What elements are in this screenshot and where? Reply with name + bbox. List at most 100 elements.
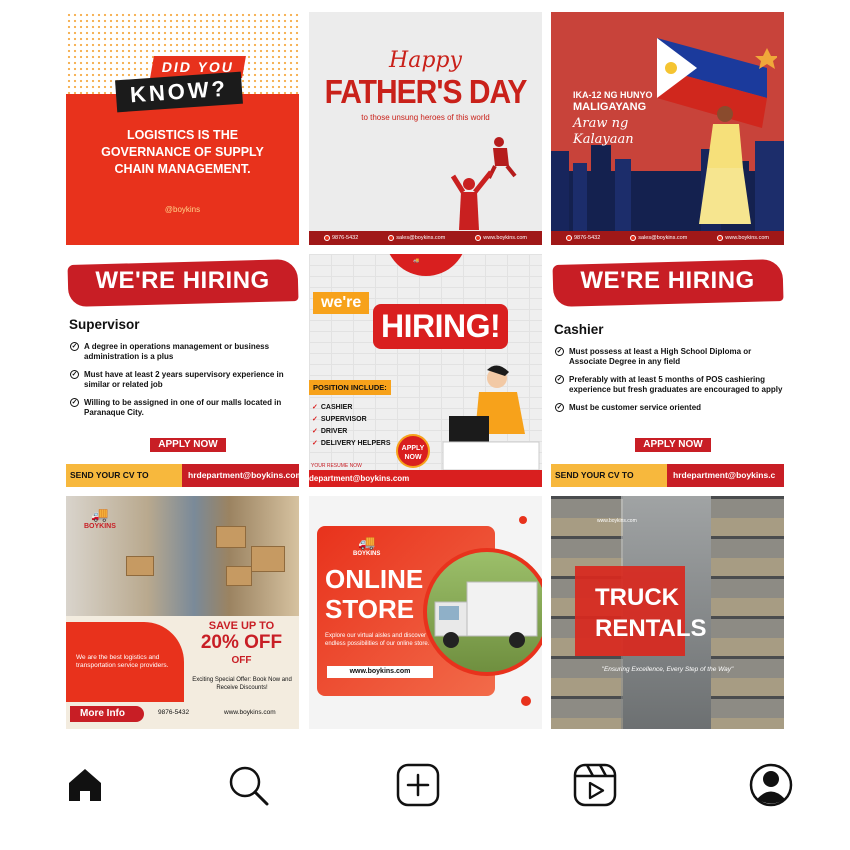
save-up-to-label: SAVE UP TO: [208, 620, 275, 632]
post-online-store[interactable]: 🚚 BOYKINS ONLINE STORE Explore our virtu…: [309, 496, 542, 729]
logo-cap: [385, 254, 467, 276]
check-icon: ✓: [555, 403, 564, 412]
store-description: Explore our virtual aisles and discover …: [325, 633, 437, 647]
position-item: ✓ DRIVER: [312, 428, 348, 435]
phone-icon: [565, 235, 572, 241]
positions-list: ✓ CASHIER ✓ SUPERVISOR ✓ DRIVER ✓ DELIVERY H…: [312, 402, 391, 450]
fathers-day-subtitle: to those unsung heroes of this world: [361, 113, 490, 122]
web-contact: www.boykins.com: [717, 235, 769, 241]
globe-icon: [717, 235, 724, 241]
philippine-flag-icon: [657, 38, 777, 224]
online-store-title: ONLINE STORE: [325, 564, 424, 624]
date-line: IKA-12 NG HUNYO: [573, 90, 653, 100]
profile-icon: [749, 763, 793, 807]
post-hiring-illustrated[interactable]: 🚚 we're HIRING! POSITION INCLUDE: ✓ CASHI…: [309, 254, 542, 487]
decor-dot: [519, 516, 527, 524]
hr-email: department@boykins.com: [309, 470, 542, 487]
happy-script: Happy: [389, 48, 462, 73]
web-contact: www.boykins.com: [475, 235, 527, 241]
brand-handle: @boykins: [164, 205, 201, 214]
motto: "Ensuring Excellence, Every Step of the …: [601, 666, 734, 673]
apply-now-label: APPLY NOW: [150, 438, 226, 452]
position-item: ✓ DELIVERY HELPERS: [312, 440, 391, 447]
hiring-banner-text: WE'RE HIRING: [580, 267, 755, 294]
email-contact: sales@boykins.com: [630, 235, 687, 241]
position-include-label: POSITION INCLUDE:: [309, 380, 391, 395]
truck-photo: [423, 548, 542, 676]
more-info-label: More Info: [70, 706, 144, 722]
mail-icon: [630, 235, 637, 241]
truck-logo-icon: 🚚: [413, 258, 420, 264]
truck-logo-icon: 🚚: [91, 506, 109, 522]
fathers-day-title: FATHER'S DAY: [324, 74, 528, 111]
nav-reels-button[interactable]: [570, 760, 620, 810]
website: www.boykins.com: [597, 518, 637, 524]
nav-profile-button[interactable]: [746, 760, 796, 810]
requirement-item: ✓ Preferably with at least 5 months of PO…: [555, 375, 783, 394]
worker-at-laptop-icon: [442, 365, 540, 470]
holiday-script: Araw ng Kalayaan: [573, 116, 634, 147]
requirement-item: ✓ A degree in operations management or bu…: [70, 342, 270, 361]
truck-rentals-title: TRUCK RENTALS: [595, 584, 707, 642]
hr-email: hrdepartment@boykins.com: [182, 464, 299, 487]
discount-percent: 20% OFF: [200, 632, 283, 653]
cardboard-box: [216, 526, 246, 548]
check-icon: ✓: [70, 398, 79, 407]
post-fathers-day[interactable]: Happy FATHER'S DAY to those unsung heroe…: [309, 12, 542, 245]
post-araw-ng-kalayaan[interactable]: IKA-12 NG HUNYO MALIGAYANG Araw ng Kalay…: [551, 12, 784, 245]
check-icon: ✓: [70, 370, 79, 379]
bottom-nav: [0, 760, 850, 820]
send-cv-bar: SEND YOUR CV TO hrdepartment@boykins.com: [66, 464, 299, 487]
check-icon: ✓: [70, 342, 79, 351]
truck-logo-icon: 🚚: [357, 534, 376, 550]
post-did-you-know[interactable]: DID YOU KNOW? LOGISTICS IS THE GOVERNANC…: [66, 12, 299, 245]
send-cv-bar: SEND YOUR CV TO hrdepartment@boykins.c: [551, 464, 784, 487]
phone-icon: [323, 235, 330, 241]
send-cv-label: SEND YOUR CV TO: [66, 464, 182, 487]
requirements-list: ✓ A degree in operations management or bu…: [69, 342, 299, 426]
hiring-bubble: HIRING!: [373, 304, 509, 349]
hr-email: hrdepartment@boykins.c: [667, 464, 784, 487]
position-title: Cashier: [554, 322, 604, 337]
nav-create-button[interactable]: [393, 760, 443, 810]
requirement-item: ✓ Willing to be assigned in one of our ma…: [70, 398, 282, 417]
nav-home-button[interactable]: [60, 760, 110, 810]
create-icon: [396, 763, 440, 807]
cardboard-box: [251, 546, 285, 572]
truck-icon: [434, 581, 538, 648]
apply-now-label: APPLY NOW: [635, 438, 711, 452]
check-icon: ✓: [555, 375, 564, 384]
position-item: ✓ CASHIER: [312, 404, 353, 411]
requirement-item: ✓ Must possess at least a High School Dip…: [555, 347, 752, 366]
requirement-item: ✓ Must have at least 2 years supervisory …: [70, 370, 284, 389]
globe-icon: [475, 235, 482, 241]
decor-dot: [521, 696, 531, 706]
father-child-silhouette-icon: [450, 137, 517, 230]
email-contact: sales@boykins.com: [388, 235, 445, 241]
check-icon: ✓: [312, 416, 318, 423]
post-truck-rentals[interactable]: www.boykins.com TRUCK RENTALS "Ensuring …: [551, 496, 784, 729]
fact-text: LOGISTICS IS THE GOVERNANCE OF SUPPLY CH…: [101, 128, 264, 176]
off-label: OFF: [231, 655, 252, 666]
resume-label: YOUR RESUME NOW: [311, 463, 362, 469]
requirements-list: ✓ Must possess at least a High School Dip…: [554, 347, 784, 421]
post-hiring-cashier[interactable]: WE'RE HIRING Cashier ✓ Must possess at le…: [551, 254, 784, 487]
apply-now-badge: APPLY NOW: [396, 434, 430, 468]
phone-contact: 9876-5432: [565, 235, 600, 241]
home-icon: [69, 769, 101, 801]
hiring-banner-text: WE'RE HIRING: [95, 267, 270, 294]
mail-icon: [388, 235, 395, 241]
position-item: ✓ SUPERVISOR: [312, 416, 367, 423]
cardboard-box: [226, 566, 252, 586]
nav-search-button[interactable]: [223, 760, 273, 810]
check-icon: ✓: [555, 347, 564, 356]
post-delivery-promo[interactable]: 🚚 BOYKINS We are the best logistics and …: [66, 496, 299, 729]
post-hiring-supervisor[interactable]: WE'RE HIRING Supervisor ✓ A degree in ope…: [66, 254, 299, 487]
warehouse-shelf: [711, 496, 784, 729]
greeting-line: MALIGAYANG: [573, 101, 647, 113]
contact-footer: 9876-5432 sales@boykins.com www.boykins.…: [551, 231, 784, 245]
brand-logo: 🚚 BOYKINS: [84, 506, 116, 530]
were-label: we're: [313, 292, 370, 314]
offer-text: Exciting Special Offer: Book Now and Rec…: [192, 677, 292, 691]
requirement-item: ✓ Must be customer service oriented: [555, 403, 702, 412]
